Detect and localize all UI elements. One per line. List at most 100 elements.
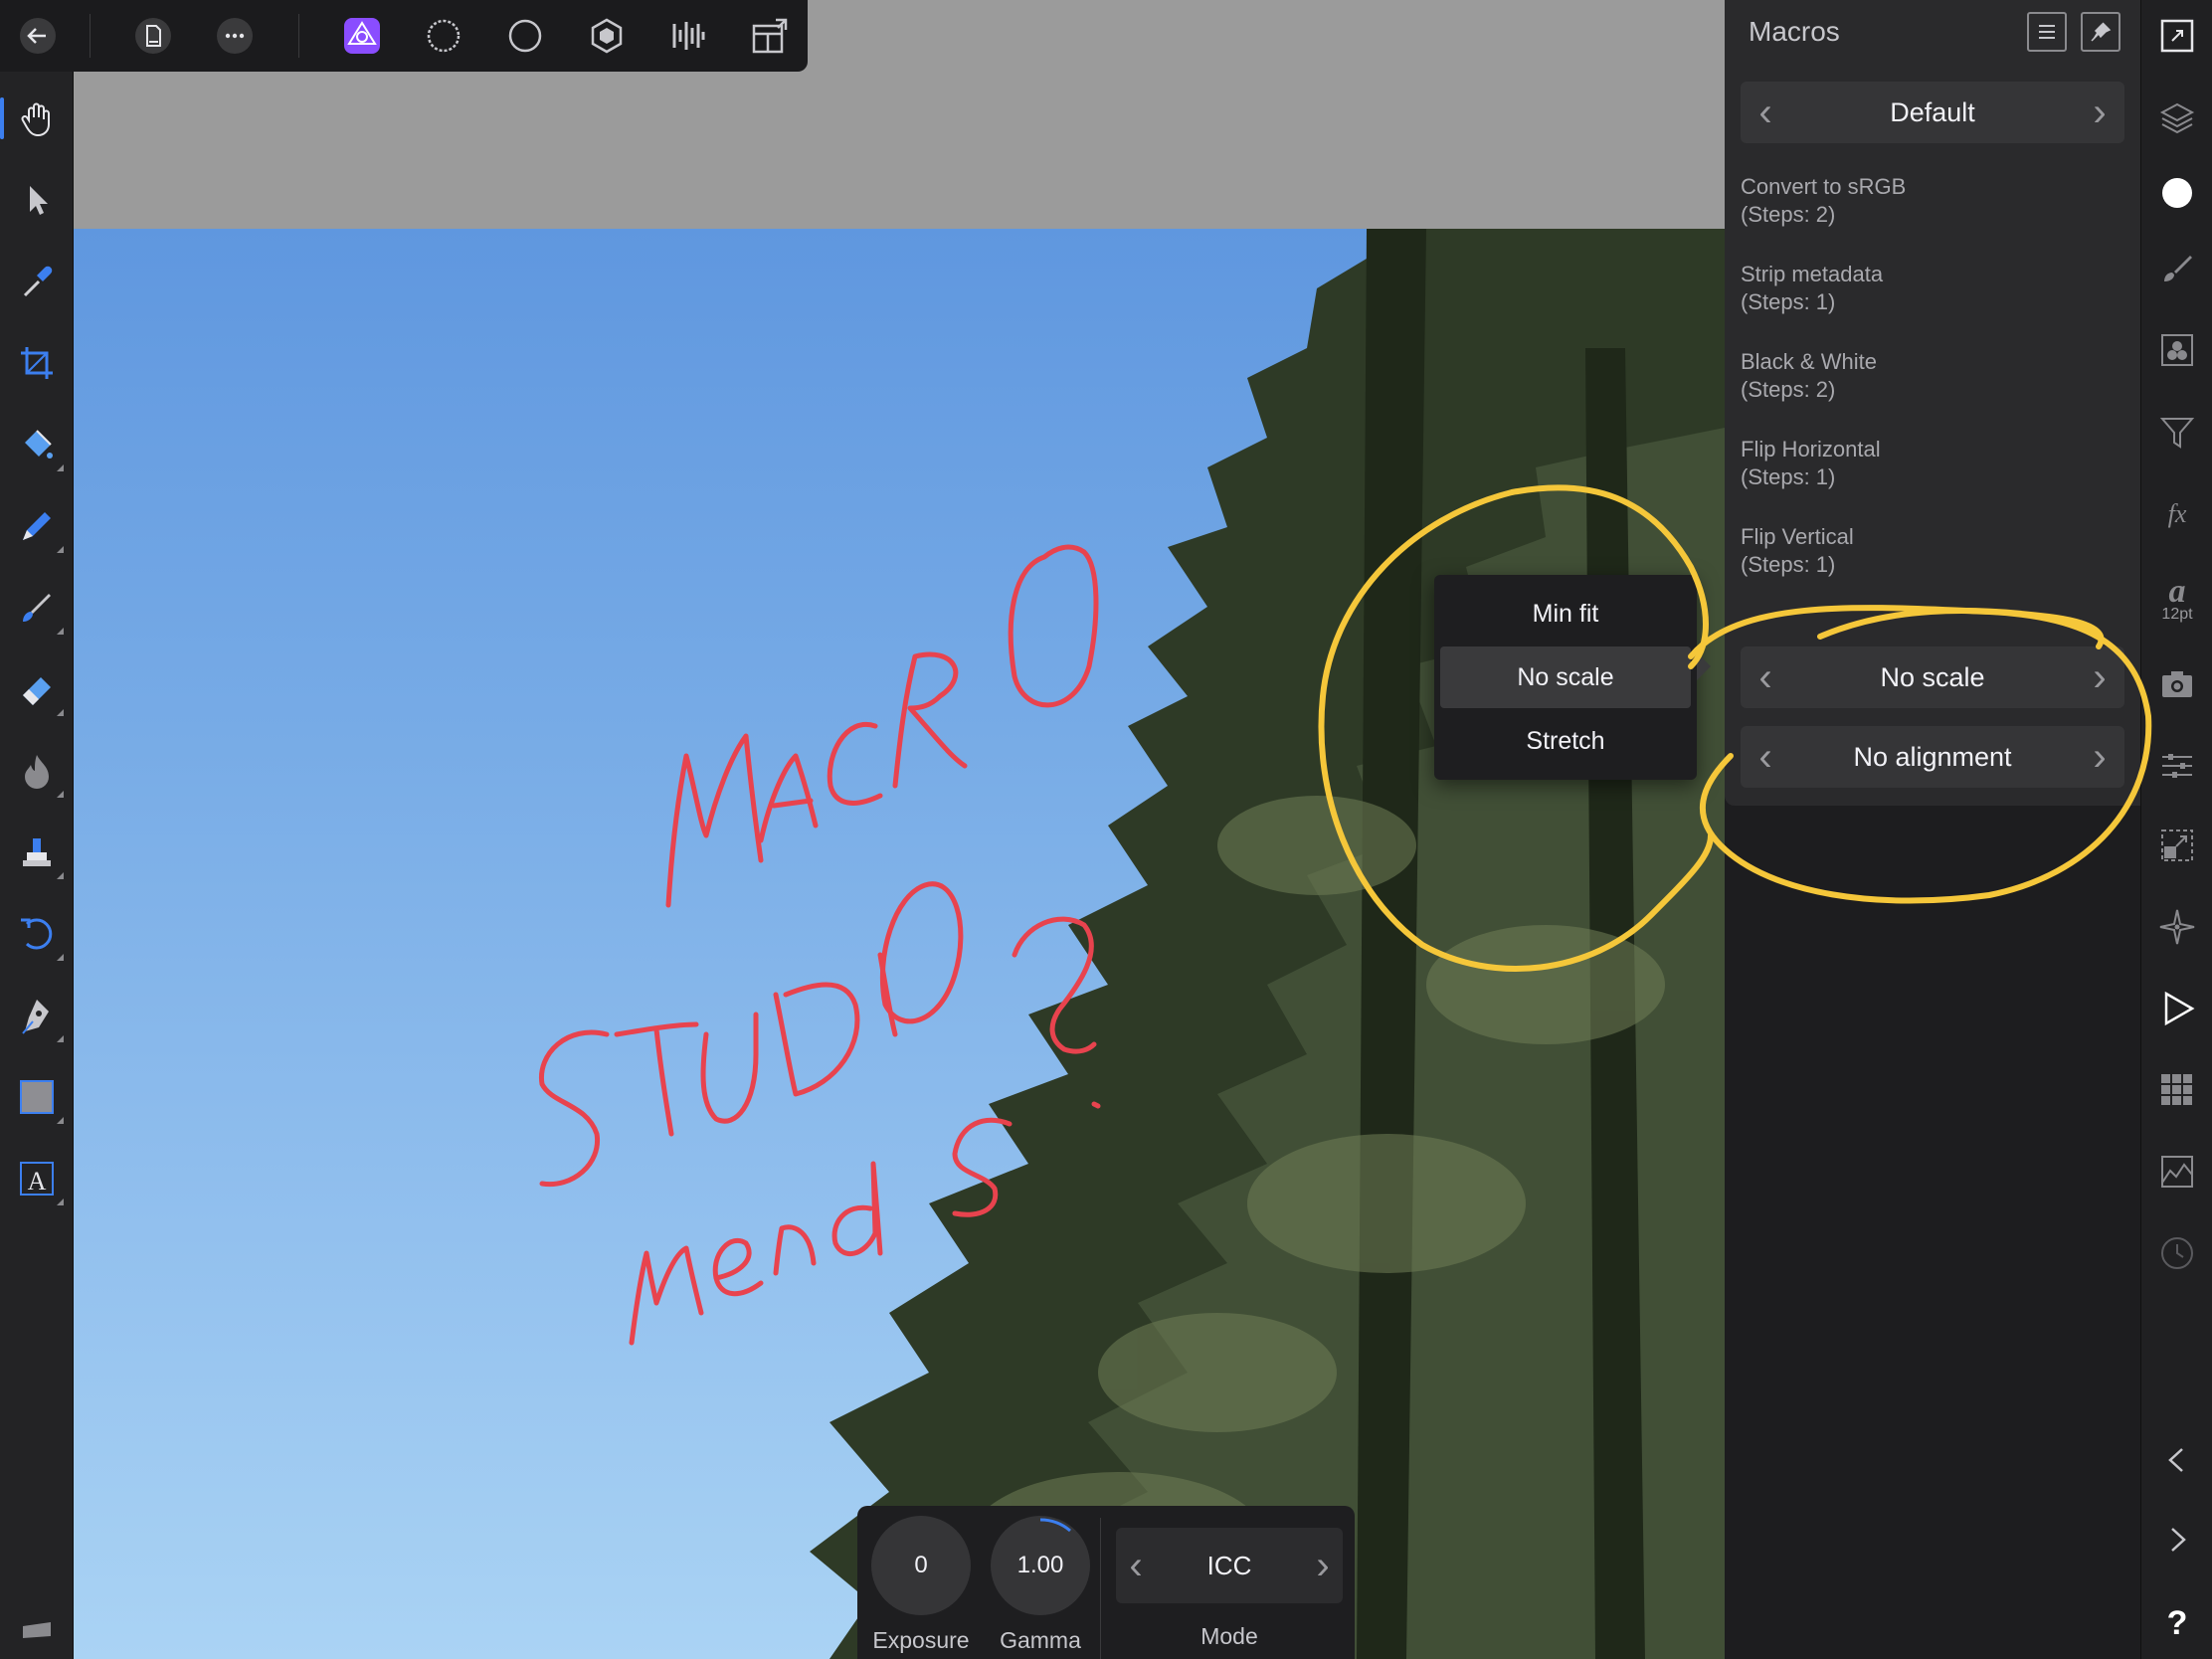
panel-pin-icon[interactable] bbox=[2081, 12, 2120, 52]
snapshots-icon[interactable] bbox=[2149, 656, 2205, 712]
more-icon[interactable] bbox=[207, 8, 263, 64]
adjustments-icon[interactable] bbox=[2149, 738, 2205, 794]
macros-icon[interactable] bbox=[2149, 981, 2205, 1036]
macro-name: Black & White bbox=[1741, 349, 1877, 374]
tone-mapping-persona-icon[interactable] bbox=[579, 8, 635, 64]
popup-option-no-scale[interactable]: No scale bbox=[1440, 646, 1691, 708]
mode-stepper[interactable]: ‹ ICC › bbox=[1116, 1528, 1343, 1603]
alignment-stepper[interactable]: ‹ No alignment › bbox=[1741, 726, 2124, 788]
history-icon[interactable] bbox=[2149, 1225, 2205, 1281]
text-tool-icon[interactable]: A bbox=[6, 1148, 68, 1209]
scale-mode-label: No scale bbox=[1880, 661, 1985, 692]
document-canvas[interactable] bbox=[74, 229, 1725, 1659]
gamma-dial[interactable]: 1.00 bbox=[991, 1516, 1090, 1615]
flood-fill-tool-icon[interactable] bbox=[6, 414, 68, 475]
studio-bar: fx a 12pt ? bbox=[2140, 0, 2212, 1659]
document-size-icon[interactable] bbox=[2149, 8, 2205, 64]
move-tool-icon[interactable] bbox=[6, 169, 68, 231]
undo-brush-tool-icon[interactable] bbox=[6, 903, 68, 965]
selection-brush-tool-icon[interactable] bbox=[6, 495, 68, 557]
macro-item[interactable]: Flip Horizontal (Steps: 1) bbox=[1741, 436, 2124, 497]
svg-text:fx: fx bbox=[2168, 499, 2187, 528]
chevron-left-icon[interactable]: ‹ bbox=[1741, 82, 1790, 143]
develop-persona-icon[interactable] bbox=[497, 8, 553, 64]
view-mode-icon[interactable] bbox=[742, 8, 798, 64]
photo-persona-icon[interactable] bbox=[334, 8, 390, 64]
view-tool-icon[interactable] bbox=[0, 88, 68, 149]
alignment-label: No alignment bbox=[1853, 741, 2012, 772]
macro-steps: (Steps: 2) bbox=[1741, 377, 1836, 402]
rectangle-tool-icon[interactable] bbox=[6, 1066, 68, 1128]
top-toolbar bbox=[0, 0, 808, 72]
scale-mode-stepper[interactable]: ‹ No scale › bbox=[1741, 646, 2124, 708]
chevron-right-icon[interactable]: › bbox=[1303, 1528, 1343, 1603]
chevron-right-icon[interactable]: › bbox=[2075, 82, 2124, 143]
mode-value: ICC bbox=[1206, 1550, 1252, 1580]
context-toolbar: 0 Exposure 1.00 Gamma ‹ ICC › Mode bbox=[857, 1506, 1355, 1659]
pen-tool-icon[interactable] bbox=[6, 985, 68, 1046]
popup-pointer bbox=[1697, 652, 1711, 680]
chevron-left-icon[interactable]: ‹ bbox=[1741, 726, 1790, 788]
channels-icon[interactable] bbox=[2149, 322, 2205, 378]
macro-steps: (Steps: 1) bbox=[1741, 289, 1836, 314]
filter-icon[interactable] bbox=[2149, 404, 2205, 460]
color-icon[interactable] bbox=[2149, 165, 2205, 221]
popup-option-min-fit[interactable]: Min fit bbox=[1440, 583, 1691, 645]
histogram-icon[interactable] bbox=[2149, 1144, 2205, 1199]
macro-name: Convert to sRGB bbox=[1741, 174, 1907, 199]
scale-mode-popup: Min fit No scale Stretch bbox=[1434, 575, 1711, 780]
clone-tool-icon[interactable] bbox=[6, 822, 68, 883]
help-icon[interactable]: ? bbox=[2149, 1595, 2205, 1651]
text-style-icon[interactable]: a 12pt bbox=[2149, 563, 2205, 633]
macro-steps: (Steps: 2) bbox=[1741, 202, 1836, 227]
chevron-left-icon[interactable]: ‹ bbox=[1116, 1528, 1156, 1603]
exposure-dial[interactable]: 0 bbox=[871, 1516, 971, 1615]
chevron-right-icon[interactable]: › bbox=[2075, 726, 2124, 788]
macro-item[interactable]: Convert to sRGB (Steps: 2) bbox=[1741, 173, 2124, 235]
color-picker-tool-icon[interactable] bbox=[6, 251, 68, 312]
burn-tool-icon[interactable] bbox=[6, 740, 68, 802]
macro-steps: (Steps: 1) bbox=[1741, 552, 1836, 577]
panel-header: Macros bbox=[1725, 0, 2140, 64]
macros-panel: Macros ‹ Default › Convert to sRGB (Step… bbox=[1725, 0, 2140, 806]
gamma-value: 1.00 bbox=[1016, 1552, 1064, 1578]
macro-category-label: Default bbox=[1890, 96, 1975, 127]
popup-option-stretch[interactable]: Stretch bbox=[1440, 710, 1691, 772]
macro-steps: (Steps: 1) bbox=[1741, 464, 1836, 489]
navigator-icon[interactable] bbox=[2149, 899, 2205, 955]
panel-menu-icon[interactable] bbox=[2027, 12, 2067, 52]
macro-item[interactable]: Flip Vertical (Steps: 1) bbox=[1741, 523, 2124, 585]
macro-name: Strip metadata bbox=[1741, 262, 1884, 286]
text-size-label: 12pt bbox=[2161, 606, 2193, 623]
export-persona-icon[interactable] bbox=[660, 8, 716, 64]
erase-brush-tool-icon[interactable] bbox=[6, 658, 68, 720]
macro-item[interactable]: Black & White (Steps: 2) bbox=[1741, 348, 2124, 410]
tools-panel: A bbox=[0, 0, 74, 1659]
svg-text:A: A bbox=[28, 1167, 47, 1196]
tree-photo bbox=[810, 229, 1725, 1659]
liquify-persona-icon[interactable] bbox=[416, 8, 471, 64]
help-label: ? bbox=[2166, 1603, 2188, 1642]
macro-category-stepper[interactable]: ‹ Default › bbox=[1741, 82, 2124, 143]
macro-item[interactable]: Strip metadata (Steps: 1) bbox=[1741, 261, 2124, 322]
collapse-left-icon[interactable] bbox=[2149, 1432, 2205, 1488]
macro-name: Flip Horizontal bbox=[1741, 437, 1881, 461]
gamma-label: Gamma bbox=[1000, 1627, 1081, 1653]
document-icon[interactable] bbox=[125, 8, 181, 64]
svg-text:a: a bbox=[2169, 573, 2186, 610]
panel-title: Macros bbox=[1749, 16, 1840, 47]
exposure-label: Exposure bbox=[872, 1627, 970, 1653]
chevron-right-icon[interactable]: › bbox=[2075, 646, 2124, 708]
collapse-right-icon[interactable] bbox=[2149, 1512, 2205, 1567]
brushes-icon[interactable] bbox=[2149, 241, 2205, 296]
layers-icon[interactable] bbox=[2149, 90, 2205, 145]
crop-tool-icon[interactable] bbox=[6, 332, 68, 394]
chevron-left-icon[interactable]: ‹ bbox=[1741, 646, 1790, 708]
effects-icon[interactable]: fx bbox=[2149, 485, 2205, 541]
back-icon[interactable] bbox=[10, 8, 66, 64]
toolbar-collapse-icon[interactable] bbox=[6, 1597, 68, 1659]
library-icon[interactable] bbox=[2149, 1062, 2205, 1118]
transform-icon[interactable] bbox=[2149, 818, 2205, 873]
paint-brush-tool-icon[interactable] bbox=[6, 577, 68, 639]
mode-label: Mode bbox=[1200, 1623, 1258, 1649]
